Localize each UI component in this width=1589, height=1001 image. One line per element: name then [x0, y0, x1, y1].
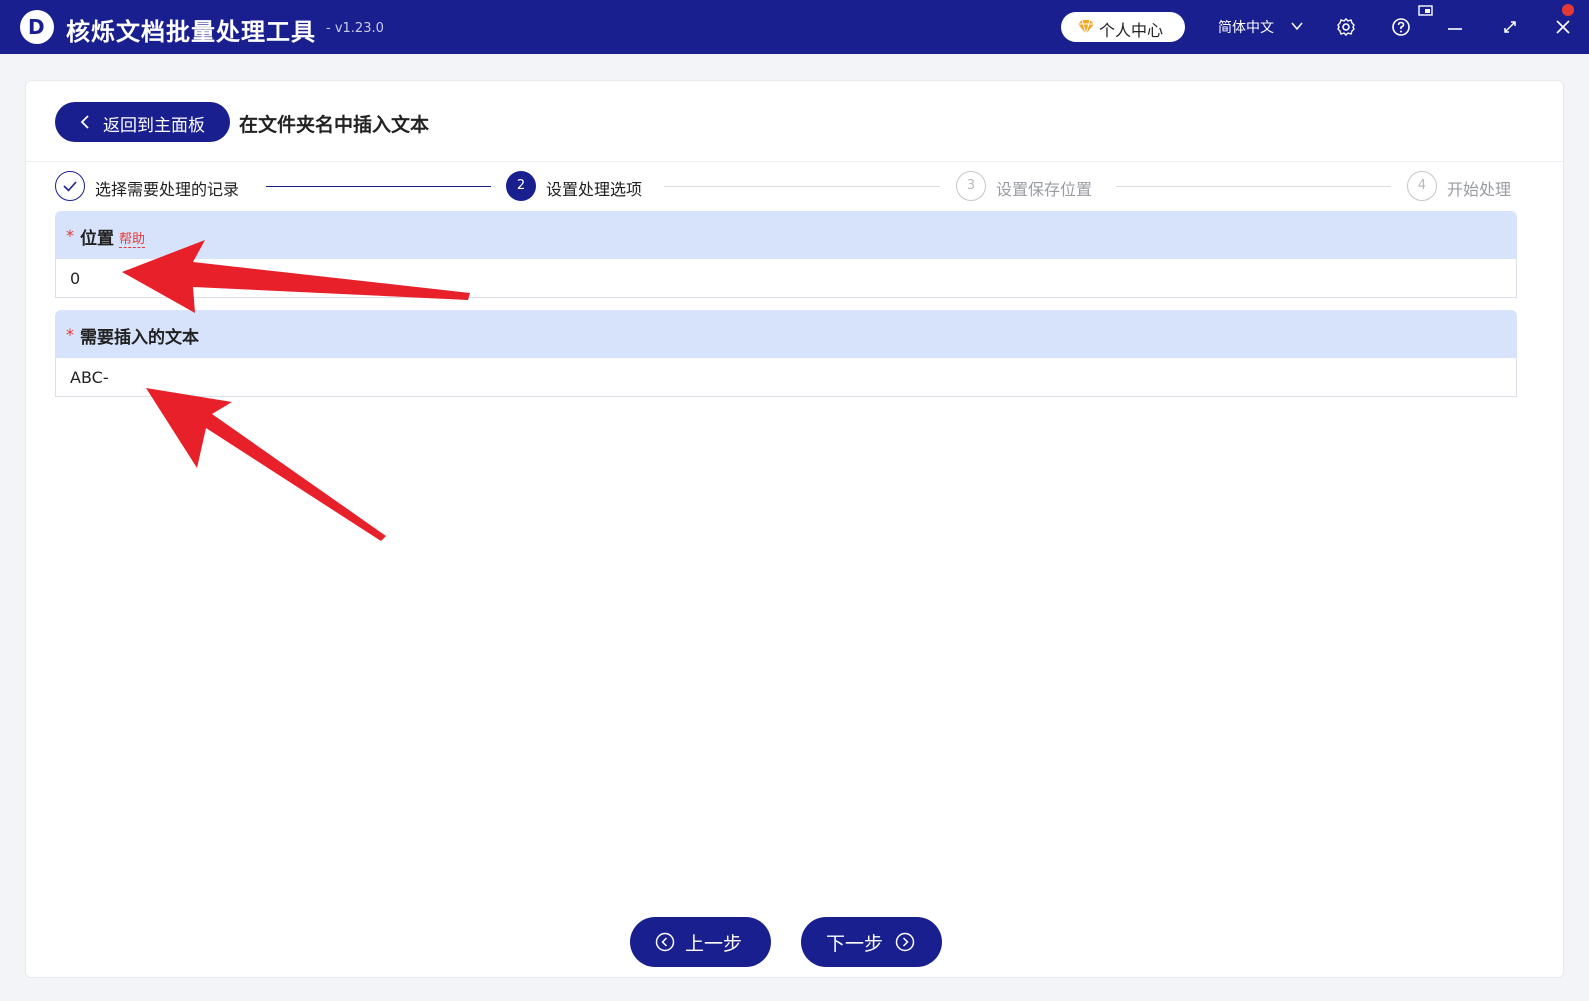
- insert-text-field-header: * 需要插入的文本: [55, 310, 1517, 358]
- back-button-label: 返回到主面板: [103, 116, 205, 136]
- step-connector-1: [266, 186, 491, 187]
- check-icon: [55, 171, 85, 201]
- step-3-label: 设置保存位置: [996, 180, 1093, 199]
- gem-icon: [1077, 19, 1095, 39]
- step-4-label: 开始处理: [1447, 180, 1512, 199]
- arrow-right-circle-icon: [895, 932, 915, 956]
- insert-text-input[interactable]: [55, 358, 1517, 397]
- prev-step-label: 上一步: [685, 933, 743, 955]
- app-logo-icon: D: [20, 10, 54, 44]
- insert-text-label: 需要插入的文本: [80, 328, 199, 348]
- user-center-label: 个人中心: [1099, 21, 1164, 40]
- title-bar: D 核烁文档批量处理工具 - v1.23.0 个人中心 简体中文: [0, 0, 1589, 54]
- chevron-left-icon: [79, 114, 91, 134]
- maximize-icon[interactable]: [1499, 16, 1521, 38]
- position-field: * 位置 帮助: [55, 211, 1517, 298]
- insert-text-field: * 需要插入的文本: [55, 310, 1517, 397]
- page-title: 在文件夹名中插入文本: [239, 114, 430, 136]
- app-version: - v1.23.0: [326, 21, 384, 36]
- required-mark: *: [66, 325, 74, 344]
- step-connector-2: [664, 186, 940, 187]
- language-label: 简体中文: [1218, 20, 1274, 36]
- step-2-number: 2: [506, 171, 536, 201]
- next-step-label: 下一步: [826, 933, 884, 955]
- panel-header: 返回到主面板 在文件夹名中插入文本: [26, 81, 1563, 162]
- position-input[interactable]: [55, 259, 1517, 298]
- notification-badge-icon: [1562, 4, 1574, 16]
- help-icon[interactable]: [1390, 16, 1412, 38]
- next-step-button[interactable]: 下一步: [801, 917, 942, 967]
- required-mark: *: [66, 226, 74, 245]
- step-4-number: 4: [1407, 171, 1437, 201]
- minimize-icon[interactable]: [1444, 16, 1466, 38]
- step-1-label: 选择需要处理的记录: [95, 180, 240, 199]
- step-connector-3: [1116, 186, 1391, 187]
- main-panel: 返回到主面板 在文件夹名中插入文本 选择需要处理的记录 2 设置处理选项 3 设…: [25, 80, 1564, 978]
- prev-step-button[interactable]: 上一步: [630, 917, 771, 967]
- position-field-header: * 位置 帮助: [55, 211, 1517, 259]
- user-center-button[interactable]: 个人中心: [1061, 12, 1185, 42]
- position-label: 位置: [80, 229, 114, 249]
- pin-icon[interactable]: [1418, 4, 1436, 20]
- chevron-down-icon: [1290, 19, 1304, 37]
- help-link[interactable]: 帮助: [119, 228, 146, 248]
- gear-icon[interactable]: [1335, 16, 1357, 38]
- close-icon[interactable]: [1552, 16, 1574, 38]
- app-title: 核烁文档批量处理工具: [66, 18, 316, 46]
- back-to-main-button[interactable]: 返回到主面板: [55, 102, 230, 142]
- language-select[interactable]: 简体中文: [1218, 17, 1303, 37]
- arrow-left-circle-icon: [655, 932, 675, 956]
- step-3-number: 3: [956, 171, 986, 201]
- step-2-label: 设置处理选项: [546, 180, 643, 199]
